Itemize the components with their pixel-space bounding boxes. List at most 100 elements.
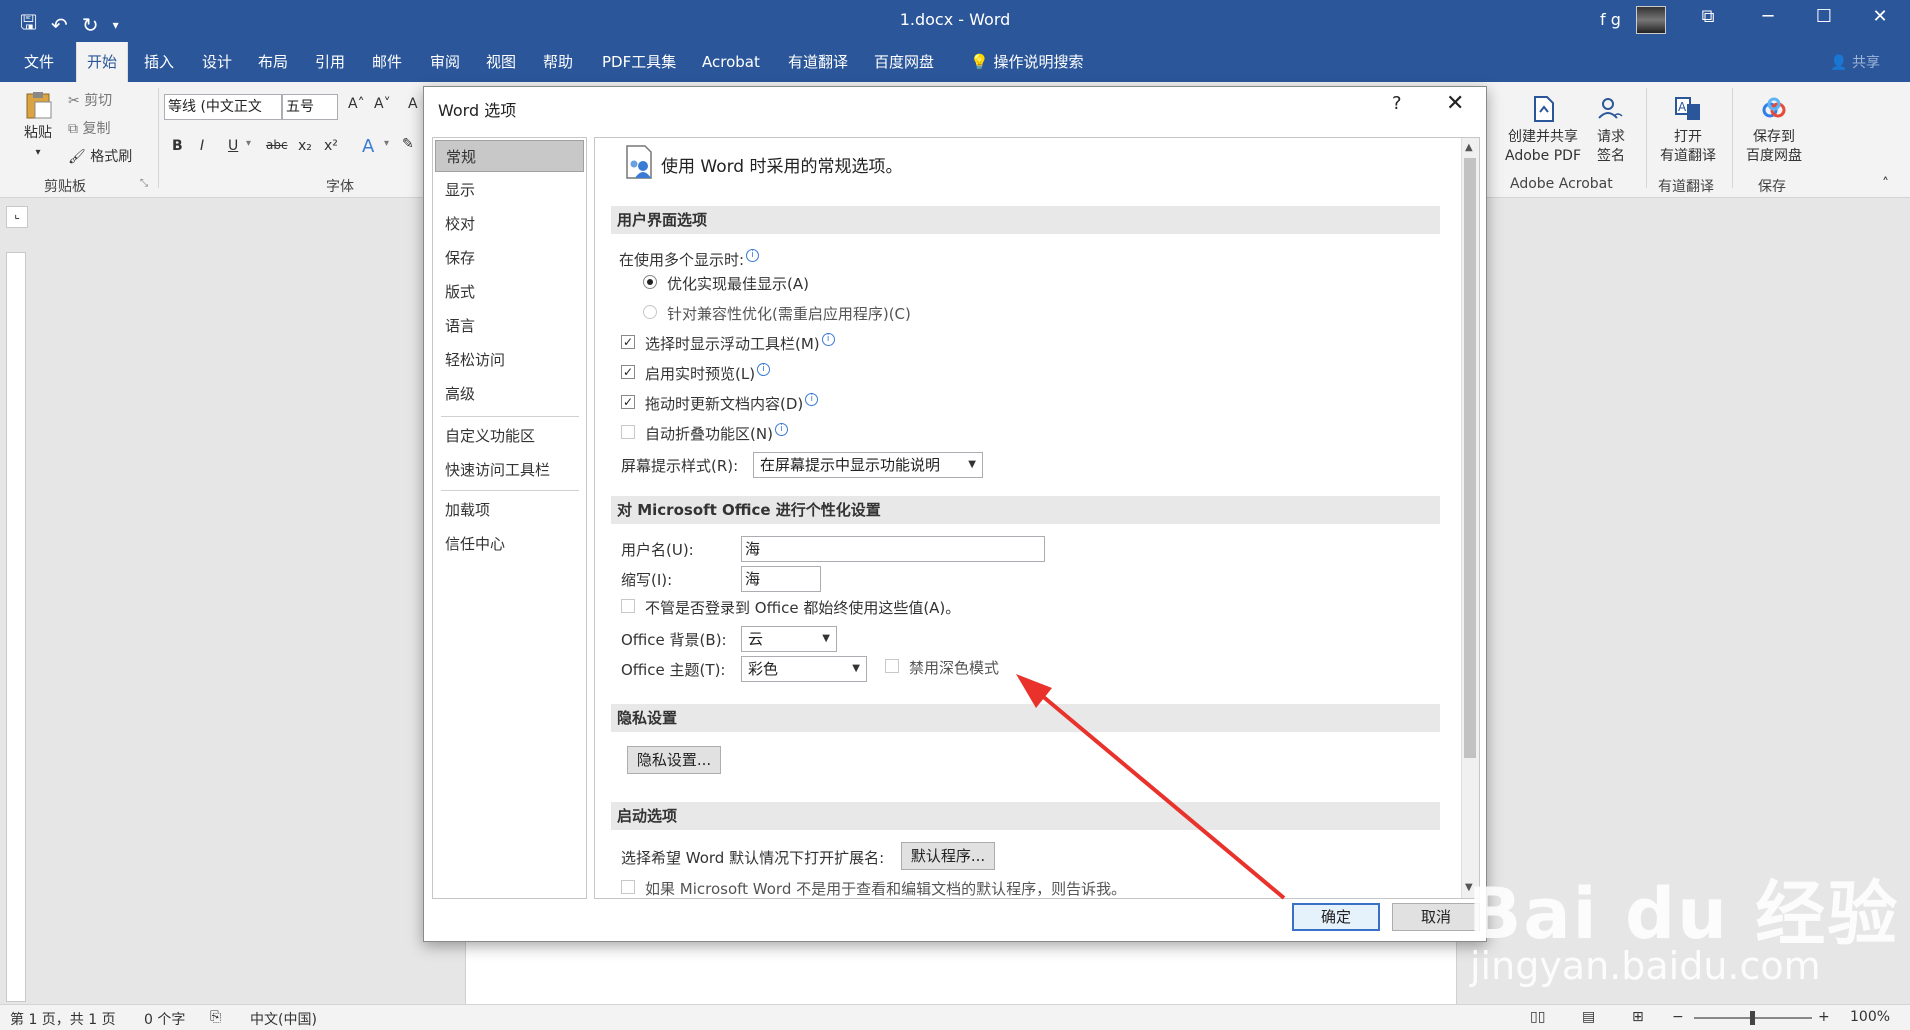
- office-background-select[interactable]: 云 ▼: [741, 626, 837, 652]
- nav-item-trust-center[interactable]: 信任中心: [435, 528, 584, 560]
- default-programs-button[interactable]: 默认程序...: [901, 842, 995, 870]
- paste-button[interactable]: 粘贴 ▾: [18, 90, 58, 162]
- checkbox-disable-dark-mode[interactable]: [885, 659, 899, 673]
- update-drag-label[interactable]: 拖动时更新文档内容(D) i: [645, 393, 819, 414]
- live-preview-label[interactable]: 启用实时预览(L) i: [645, 363, 771, 384]
- word-count[interactable]: 0 个字: [144, 1009, 185, 1029]
- nav-item-save[interactable]: 保存: [435, 242, 584, 274]
- checkbox-not-default[interactable]: [621, 880, 635, 894]
- maximize-icon[interactable]: ☐: [1804, 6, 1844, 27]
- shrink-font-icon[interactable]: A˅: [374, 96, 391, 112]
- radio-compatibility[interactable]: [643, 305, 657, 319]
- tooltip-style-select[interactable]: 在屏幕提示中显示功能说明 ▼: [753, 452, 983, 478]
- tab-design[interactable]: 设计: [192, 42, 242, 82]
- nav-item-proofing[interactable]: 校对: [435, 208, 584, 240]
- checkbox-mini-toolbar[interactable]: ✓: [621, 335, 635, 349]
- radio-best-display-label[interactable]: 优化实现最佳显示(A): [667, 273, 809, 294]
- nav-item-customize-ribbon[interactable]: 自定义功能区: [435, 420, 584, 452]
- always-use-label[interactable]: 不管是否登录到 Office 都始终使用这些值(A)。: [645, 597, 960, 618]
- read-mode-icon[interactable]: ▯▯: [1530, 1009, 1545, 1025]
- nav-item-language[interactable]: 语言: [435, 310, 584, 342]
- office-theme-select[interactable]: 彩色 ▼: [741, 656, 867, 682]
- subscript-icon[interactable]: x₂: [298, 138, 312, 154]
- collapse-ribbon-label[interactable]: 自动折叠功能区(N) i: [645, 423, 788, 444]
- nav-item-accessibility[interactable]: 轻松访问: [435, 344, 584, 376]
- disable-dark-mode-label[interactable]: 禁用深色模式: [909, 657, 999, 678]
- help-icon[interactable]: ?: [1392, 93, 1402, 114]
- collapse-ribbon-icon[interactable]: ˄: [1882, 176, 1889, 192]
- grow-font-icon[interactable]: A˄: [348, 96, 365, 112]
- language-indicator[interactable]: 中文(中国): [250, 1009, 317, 1029]
- tab-layout[interactable]: 布局: [248, 42, 298, 82]
- superscript-icon[interactable]: x²: [324, 138, 338, 154]
- create-pdf-button[interactable]: 创建并共享 Adobe PDF: [1500, 94, 1586, 166]
- dialog-launcher-icon[interactable]: ⤡: [140, 178, 148, 189]
- font-size-combo[interactable]: 五号: [282, 94, 338, 120]
- highlight-icon[interactable]: ✎: [402, 136, 414, 152]
- save-baidu-button[interactable]: 保存到 百度网盘: [1738, 94, 1810, 166]
- share-button[interactable]: 👤 共享: [1830, 52, 1880, 72]
- nav-item-layout[interactable]: 版式: [435, 276, 584, 308]
- avatar[interactable]: [1636, 6, 1666, 34]
- zoom-out-icon[interactable]: −: [1672, 1009, 1684, 1025]
- underline-icon[interactable]: U: [228, 138, 238, 154]
- text-effects-dropdown-icon[interactable]: ▾: [384, 138, 389, 149]
- close-icon[interactable]: ✕: [1446, 91, 1464, 116]
- tab-baidu-pan[interactable]: 百度网盘: [864, 42, 944, 82]
- checkbox-always-use[interactable]: [621, 599, 635, 613]
- not-default-label[interactable]: 如果 Microsoft Word 不是用于查看和编辑文档的默认程序，则告诉我。: [645, 878, 1126, 898]
- checkbox-update-drag[interactable]: ✓: [621, 395, 635, 409]
- font-name-combo[interactable]: 等线 (中文正文: [164, 94, 282, 120]
- tab-pdf-tools[interactable]: PDF工具集: [592, 42, 686, 82]
- strikethrough-icon[interactable]: abc: [266, 138, 288, 152]
- tab-view[interactable]: 视图: [476, 42, 526, 82]
- format-painter-button[interactable]: 🖌 格式刷: [68, 146, 132, 166]
- close-window-icon[interactable]: ✕: [1860, 6, 1900, 27]
- italic-icon[interactable]: I: [200, 138, 204, 154]
- initials-input[interactable]: 海: [741, 566, 821, 592]
- paste-dropdown-icon[interactable]: ▾: [18, 143, 58, 162]
- scrollbar-thumb[interactable]: [1464, 158, 1476, 758]
- cut-button[interactable]: ✂ 剪切: [68, 90, 112, 110]
- user-name[interactable]: f g: [1600, 10, 1621, 29]
- tab-references[interactable]: 引用: [305, 42, 355, 82]
- nav-item-addins[interactable]: 加载项: [435, 494, 584, 526]
- underline-dropdown-icon[interactable]: ▾: [246, 138, 251, 149]
- scroll-up-icon[interactable]: ▲: [1465, 142, 1473, 153]
- open-youdao-button[interactable]: A 打开 有道翻译: [1652, 94, 1724, 166]
- checkbox-live-preview[interactable]: ✓: [621, 365, 635, 379]
- proofing-icon[interactable]: ⎘: [210, 1009, 221, 1025]
- text-effects-icon[interactable]: A: [362, 136, 374, 157]
- nav-item-quick-access[interactable]: 快速访问工具栏: [435, 454, 584, 486]
- tab-review[interactable]: 审阅: [420, 42, 470, 82]
- options-scrollbar[interactable]: ▲ ▼: [1461, 138, 1479, 898]
- print-layout-icon[interactable]: ▤: [1582, 1009, 1595, 1025]
- zoom-in-icon[interactable]: +: [1818, 1009, 1830, 1025]
- copy-button[interactable]: ⧉ 复制: [68, 118, 110, 138]
- zoom-slider-thumb[interactable]: [1750, 1011, 1755, 1025]
- radio-compatibility-label[interactable]: 针对兼容性优化(需重启应用程序)(C): [667, 303, 911, 324]
- tab-youdao[interactable]: 有道翻译: [778, 42, 858, 82]
- tell-me-search[interactable]: 💡 操作说明搜索: [960, 42, 1093, 82]
- web-layout-icon[interactable]: ⊞: [1632, 1009, 1644, 1025]
- zoom-level[interactable]: 100%: [1850, 1009, 1890, 1025]
- request-signature-button[interactable]: 请求 签名: [1588, 94, 1634, 166]
- radio-best-display[interactable]: [643, 275, 657, 289]
- ok-button[interactable]: 确定: [1292, 903, 1380, 931]
- page-count[interactable]: 第 1 页，共 1 页: [10, 1009, 116, 1029]
- tab-home[interactable]: 开始: [76, 42, 129, 82]
- mini-toolbar-label[interactable]: 选择时显示浮动工具栏(M) i: [645, 333, 835, 354]
- nav-item-display[interactable]: 显示: [435, 174, 584, 206]
- tab-file[interactable]: 文件: [14, 42, 64, 82]
- vertical-ruler[interactable]: [6, 252, 26, 1002]
- checkbox-collapse-ribbon[interactable]: [621, 425, 635, 439]
- privacy-settings-button[interactable]: 隐私设置...: [627, 746, 721, 774]
- bold-icon[interactable]: B: [172, 138, 183, 154]
- tab-acrobat[interactable]: Acrobat: [692, 42, 770, 82]
- username-input[interactable]: 海: [741, 536, 1045, 562]
- tab-mailings[interactable]: 邮件: [362, 42, 412, 82]
- ribbon-display-icon[interactable]: ⧉: [1688, 6, 1728, 27]
- nav-item-general[interactable]: 常规: [435, 140, 584, 172]
- font-more-icon[interactable]: A: [408, 96, 418, 112]
- nav-item-advanced[interactable]: 高级: [435, 378, 584, 410]
